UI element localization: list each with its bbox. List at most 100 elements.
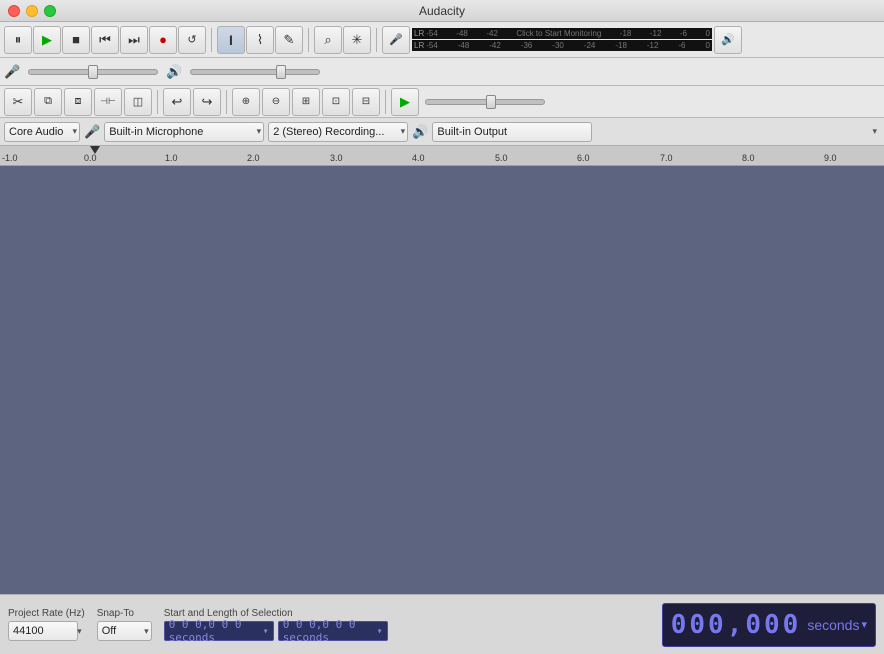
zoom-tool-button[interactable]: ⌕ — [314, 26, 342, 54]
snap-to-label: Snap-To — [97, 608, 152, 619]
ruler-tick-5: 5.0 — [495, 153, 508, 163]
ruler-tick-2: 2.0 — [247, 153, 260, 163]
separator-edit-2 — [226, 90, 227, 114]
big-time-digits: 000,000 — [671, 610, 802, 640]
separator-3 — [376, 28, 377, 52]
redo-icon: ↪ — [202, 94, 213, 110]
input-device-select[interactable]: Built-in Microphone — [104, 122, 264, 142]
project-rate-wrapper[interactable]: 44100 — [8, 621, 85, 641]
cut-button[interactable]: ✂ — [4, 88, 32, 116]
selection-tool-button[interactable]: I — [217, 26, 245, 54]
output-device-select[interactable]: Built-in Output — [432, 122, 592, 142]
audio-host-select[interactable]: Core Audio — [4, 122, 80, 142]
ruler-tick-9: 9.0 — [824, 153, 837, 163]
mixer-mic-icon: 🎤 — [4, 64, 20, 80]
zoom-in-button[interactable]: ⊕ — [232, 88, 260, 116]
project-rate-section: Project Rate (Hz) 44100 — [8, 608, 85, 641]
ruler-tick-7: 7.0 — [660, 153, 673, 163]
ruler-tick-3: 3.0 — [330, 153, 343, 163]
input-device-wrapper[interactable]: Built-in Microphone — [104, 122, 264, 142]
big-time-arrow[interactable]: ▾ — [861, 618, 867, 631]
silence-icon: ◫ — [133, 95, 143, 108]
bottom-bar: Project Rate (Hz) 44100 Snap-To Off Star… — [0, 594, 884, 654]
separator-edit-3 — [385, 90, 386, 114]
stop-button[interactable]: ■ — [62, 26, 90, 54]
project-rate-select[interactable]: 44100 — [8, 621, 78, 641]
multi-tool-button[interactable]: ✳ — [343, 26, 371, 54]
zoom-sel-button[interactable]: ⊡ — [322, 88, 350, 116]
selection-end-input[interactable]: 0 0 0,0 0 0 seconds ▾ — [278, 621, 388, 641]
output-vol-slider-thumb[interactable] — [276, 65, 286, 79]
snap-to-select[interactable]: Off — [97, 621, 152, 641]
zoom-out-button[interactable]: ⊖ — [262, 88, 290, 116]
close-button[interactable] — [8, 5, 20, 17]
device-toolbar: Core Audio 🎤 Built-in Microphone 2 (Ster… — [0, 118, 884, 146]
paste-button[interactable]: ⧈ — [64, 88, 92, 116]
ruler-tick-minus1: -1.0 — [2, 153, 18, 163]
envelope-tool-button[interactable]: ⌇ — [246, 26, 274, 54]
track-area[interactable] — [0, 166, 884, 594]
mixer-speaker-icon: 🔊 — [166, 64, 182, 80]
copy-button[interactable]: ⧉ — [34, 88, 62, 116]
prev-button[interactable]: ⏮ — [91, 26, 119, 54]
mic-meter-button[interactable]: 🎤 — [382, 26, 410, 54]
pause-button[interactable]: ⏸ — [4, 26, 32, 54]
snap-to-wrapper[interactable]: Off — [97, 621, 152, 641]
speaker-meter-button[interactable]: 🔊 — [714, 26, 742, 54]
zoom-in-icon: ⊕ — [242, 96, 250, 107]
zoom-fit-button[interactable]: ⊞ — [292, 88, 320, 116]
maximize-button[interactable] — [44, 5, 56, 17]
edit-toolbar: ✂ ⧉ ⧈ ⊣⊢ ◫ ↩ ↪ ⊕ ⊖ ⊞ ⊡ ⊟ ▶ — [0, 86, 884, 118]
channels-wrapper[interactable]: 2 (Stereo) Recording... — [268, 122, 408, 142]
selection-start-input[interactable]: 0 0 0,0 0 0 seconds ▾ — [164, 621, 274, 641]
next-button[interactable]: ⏭ — [120, 26, 148, 54]
paste-icon: ⧈ — [75, 95, 82, 108]
play-at-speed-button[interactable]: ▶ — [391, 88, 419, 116]
play-button[interactable]: ▶ — [33, 26, 61, 54]
project-rate-label: Project Rate (Hz) — [8, 608, 85, 619]
record-icon: ● — [159, 32, 167, 47]
input-lr-label: LR — [414, 29, 424, 38]
device-mic-icon: 🎤 — [84, 124, 100, 140]
transport-group: ⏸ ▶ ■ ⏮ ⏭ ● ↺ — [4, 26, 206, 54]
undo-button[interactable]: ↩ — [163, 88, 191, 116]
play-speed-slider-thumb[interactable] — [486, 95, 496, 109]
ruler-tick-0: 0.0 — [84, 153, 97, 163]
trim-button[interactable]: ⊣⊢ — [94, 88, 122, 116]
copy-icon: ⧉ — [44, 95, 52, 108]
audio-host-wrapper[interactable]: Core Audio — [4, 122, 80, 142]
zoom-reset-icon: ⊟ — [362, 96, 370, 107]
selection-tool-icon: I — [229, 32, 233, 48]
trim-icon: ⊣⊢ — [100, 96, 116, 107]
ruler-tick-1: 1.0 — [165, 153, 178, 163]
timeline-ruler: -1.0 0.0 1.0 2.0 3.0 4.0 5.0 6.0 7.0 8.0… — [0, 146, 884, 166]
ruler-tick-4: 4.0 — [412, 153, 425, 163]
channels-select[interactable]: 2 (Stereo) Recording... — [268, 122, 408, 142]
mic-icon: 🎤 — [389, 33, 403, 46]
snap-to-section: Snap-To Off — [97, 608, 152, 641]
output-device-wrapper[interactable]: Built-in Output — [432, 122, 880, 142]
separator-edit-1 — [157, 90, 158, 114]
prev-icon: ⏮ — [99, 32, 111, 48]
tools-group-2: ⌕ ✳ — [314, 26, 371, 54]
play-icon: ▶ — [42, 32, 52, 48]
device-speaker-icon: 🔊 — [412, 124, 428, 140]
title-bar: Audacity — [0, 0, 884, 22]
output-vu-scale: -54-48-42-36-30-24-18-12-60 — [426, 41, 710, 50]
input-gain-slider-thumb[interactable] — [88, 65, 98, 79]
minimize-button[interactable] — [26, 5, 38, 17]
zoom-reset-button[interactable]: ⊟ — [352, 88, 380, 116]
separator-2 — [308, 28, 309, 52]
record-button[interactable]: ● — [149, 26, 177, 54]
selection-section: Start and Length of Selection 0 0 0,0 0 … — [164, 608, 650, 641]
draw-tool-button[interactable]: ✎ — [275, 26, 303, 54]
speaker-icon: 🔊 — [721, 33, 735, 46]
selection-start-value: 0 0 0,0 0 0 seconds — [169, 618, 263, 644]
redo-button[interactable]: ↪ — [193, 88, 221, 116]
traffic-lights — [8, 5, 56, 17]
loop-button[interactable]: ↺ — [178, 26, 206, 54]
big-time-display: 000,000 seconds ▾ — [662, 603, 876, 647]
big-time-unit: seconds — [807, 617, 859, 633]
silence-button[interactable]: ◫ — [124, 88, 152, 116]
play-at-speed-icon: ▶ — [400, 94, 410, 110]
